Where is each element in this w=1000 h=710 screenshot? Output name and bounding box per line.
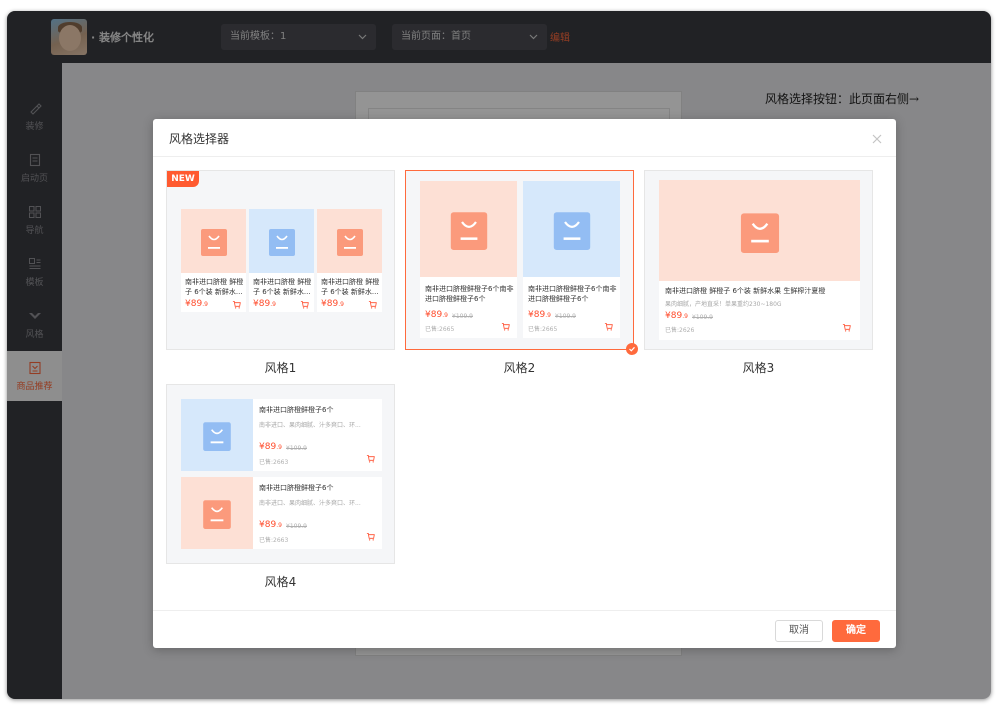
product-item: 南非进口脐橙 鲜橙子 6个装 新鲜水果 生鲜榨汁夏橙 果肉细腻，产地直采！单果重… — [659, 180, 860, 340]
cart-icon[interactable] — [842, 323, 851, 332]
style-label-4: 风格4 — [264, 575, 297, 589]
product-price: ¥89.9 — [528, 310, 551, 320]
product-name: 南非进口脐橙 鲜橙子 6个装 新鲜水... — [185, 278, 244, 296]
check-icon — [626, 343, 638, 355]
style-card-4[interactable]: 南非进口脐橙鲜橙子6个 南非进口、果肉细腻、汁多爽口、环... ¥89.9 ¥1… — [166, 384, 395, 564]
modal-title: 风格选择器 — [169, 132, 230, 146]
product-item: 南非进口脐橙鲜橙子6个南非进口脐橙鲜橙子6个 ¥89.9 ¥109.9 已售:2… — [523, 181, 620, 338]
cart-icon[interactable] — [368, 300, 377, 309]
product-description: 南非进口、果肉细腻、汁多爽口、环... — [259, 500, 361, 507]
new-badge: NEW — [167, 171, 199, 187]
app-window: · 装修个性化 当前模板：1 当前页面：首页 编辑 装修 启动页 导航 模板 风… — [7, 11, 991, 699]
product-item: 南非进口脐橙 鲜橙子 6个装 新鲜水... ¥89.9 — [249, 209, 314, 312]
sold-count: 已售:2663 — [259, 537, 289, 544]
style-card-2[interactable]: 南非进口脐橙鲜橙子6个南非进口脐橙鲜橙子6个 ¥89.9 ¥109.9 已售:2… — [405, 170, 634, 350]
shopping-bag-icon — [553, 212, 590, 250]
style-label-1: 风格1 — [264, 361, 297, 375]
product-name: 南非进口脐橙 鲜橙子 6个装 新鲜水果 生鲜榨汁夏橙 — [665, 287, 826, 295]
product-name: 南非进口脐橙鲜橙子6个南非进口脐橙鲜橙子6个 — [528, 285, 617, 303]
shopping-bag-icon — [203, 500, 231, 529]
sold-count: 已售:2663 — [259, 459, 289, 466]
product-name: 南非进口脐橙 鲜橙子 6个装 新鲜水... — [253, 278, 312, 296]
product-description: 南非进口、果肉细腻、汁多爽口、环... — [259, 422, 361, 429]
product-name: 南非进口脐橙鲜橙子6个南非进口脐橙鲜橙子6个 — [425, 285, 514, 303]
cart-icon[interactable] — [604, 322, 613, 331]
style-selector-modal: 风格选择器 NEW 南非进口脐橙 鲜橙子 6个装 新鲜水... ¥89.9 南非… — [153, 119, 896, 648]
product-item: 南非进口脐橙鲜橙子6个 南非进口、果肉细腻、汁多爽口、环... ¥89.9 ¥1… — [181, 477, 382, 549]
modal-footer: 取消 确定 — [153, 610, 896, 648]
product-price: ¥89.9 — [185, 299, 208, 309]
cart-icon[interactable] — [501, 322, 510, 331]
product-item: 南非进口脐橙鲜橙子6个 南非进口、果肉细腻、汁多爽口、环... ¥89.9 ¥1… — [181, 399, 382, 471]
product-price: ¥89.9 — [253, 299, 276, 309]
product-name: 南非进口脐橙鲜橙子6个 — [259, 484, 334, 492]
close-icon[interactable] — [870, 131, 884, 145]
sold-count: 已售:2626 — [665, 327, 695, 334]
shopping-bag-icon — [336, 229, 363, 256]
product-item: 南非进口脐橙鲜橙子6个南非进口脐橙鲜橙子6个 ¥89.9 ¥109.9 已售:2… — [420, 181, 517, 338]
style-label-3: 风格3 — [742, 361, 775, 375]
product-name: 南非进口脐橙鲜橙子6个 — [259, 406, 334, 414]
style-card-3[interactable]: 南非进口脐橙 鲜橙子 6个装 新鲜水果 生鲜榨汁夏橙 果肉细腻，产地直采！单果重… — [644, 170, 873, 350]
shopping-bag-icon — [200, 229, 227, 256]
original-price: ¥109.9 — [555, 313, 576, 320]
shopping-bag-icon — [450, 212, 487, 250]
original-price: ¥109.9 — [692, 314, 713, 321]
style-card-1[interactable]: NEW 南非进口脐橙 鲜橙子 6个装 新鲜水... ¥89.9 南非进口脐橙 鲜… — [166, 170, 395, 350]
cancel-button[interactable]: 取消 — [775, 620, 823, 642]
confirm-button[interactable]: 确定 — [832, 620, 880, 642]
product-price: ¥89.9 — [425, 310, 448, 320]
cart-icon[interactable] — [366, 532, 375, 541]
product-description: 果肉细腻，产地直采！单果重约230~180G — [665, 301, 782, 308]
product-item: 南非进口脐橙 鲜橙子 6个装 新鲜水... ¥89.9 — [181, 209, 246, 312]
original-price: ¥109.9 — [286, 445, 307, 452]
cart-icon[interactable] — [232, 300, 241, 309]
product-item: 南非进口脐橙 鲜橙子 6个装 新鲜水... ¥89.9 — [317, 209, 382, 312]
style-label-2: 风格2 — [503, 361, 536, 375]
original-price: ¥109.9 — [452, 313, 473, 320]
product-price: ¥89.9 — [259, 442, 282, 452]
shopping-bag-icon — [740, 212, 779, 253]
shopping-bag-icon — [203, 422, 231, 451]
product-name: 南非进口脐橙 鲜橙子 6个装 新鲜水... — [321, 278, 380, 296]
product-price: ¥89.9 — [259, 520, 282, 530]
sold-count: 已售:2665 — [425, 326, 455, 333]
product-price: ¥89.9 — [665, 311, 688, 321]
cart-icon[interactable] — [366, 454, 375, 463]
sold-count: 已售:2665 — [528, 326, 558, 333]
original-price: ¥109.9 — [286, 523, 307, 530]
product-price: ¥89.9 — [321, 299, 344, 309]
shopping-bag-icon — [268, 229, 295, 256]
modal-header: 风格选择器 — [153, 119, 896, 157]
cart-icon[interactable] — [300, 300, 309, 309]
